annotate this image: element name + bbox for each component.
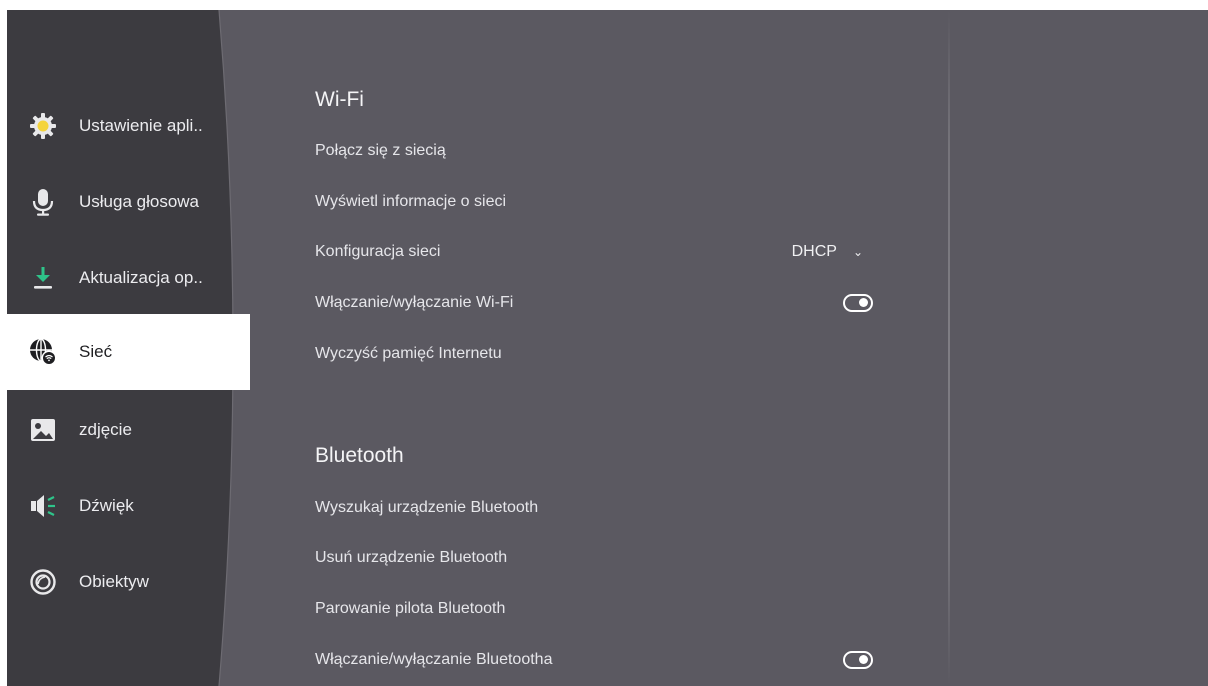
sidebar-item-sound[interactable]: Dźwięk: [7, 468, 250, 544]
row-label: Parowanie pilota Bluetooth: [315, 600, 506, 617]
toggle-knob: [859, 298, 868, 307]
row-label: Włączanie/wyłączanie Wi-Fi: [315, 294, 514, 311]
microphone-icon: [29, 188, 57, 216]
wifi-toggle-item[interactable]: Włączanie/wyłączanie Wi-Fi: [315, 283, 875, 323]
sidebar-item-label: Usługa głosowa: [79, 192, 200, 211]
wifi-section-title: Wi-Fi: [315, 88, 364, 111]
network-config-item[interactable]: Konfiguracja sieci DHCP ⌄: [315, 232, 875, 272]
sidebar-item-network[interactable]: Sieć: [7, 314, 250, 390]
network-config-value: DHCP: [791, 243, 837, 260]
sidebar-item-label: zdjęcie: [79, 420, 132, 439]
sidebar-item-picture[interactable]: zdjęcie: [7, 392, 250, 468]
bluetooth-toggle-item[interactable]: Włączanie/wyłączanie Bluetootha: [315, 640, 875, 680]
wifi-toggle-switch[interactable]: [843, 294, 873, 312]
sidebar-item-app-settings[interactable]: Ustawienie apli..: [7, 88, 250, 164]
bluetooth-toggle-switch[interactable]: [843, 651, 873, 669]
sidebar-item-label: Aktualizacja op..: [79, 268, 203, 287]
sidebar-item-label: Ustawienie apli..: [79, 116, 203, 135]
sidebar-item-label: Sieć: [79, 342, 113, 361]
right-panel-divider: [948, 10, 950, 686]
network-info-item[interactable]: Wyświetl informacje o sieci: [315, 182, 875, 222]
row-label: Wyświetl informacje o sieci: [315, 193, 507, 210]
row-label: Wyszukaj urządzenie Bluetooth: [315, 499, 539, 516]
download-icon: [29, 264, 57, 292]
pair-bluetooth-remote-item[interactable]: Parowanie pilota Bluetooth: [315, 589, 875, 629]
toggle-knob: [859, 655, 868, 664]
sidebar-item-voice-service[interactable]: Usługa głosowa: [7, 164, 250, 240]
chevron-down-icon: ⌄: [852, 245, 863, 259]
row-label: Usuń urządzenie Bluetooth: [315, 549, 508, 566]
settings-screen: Ustawienie apli.. Usługa głosowa Aktuali…: [7, 10, 1208, 686]
connect-network-item[interactable]: Połącz się z siecią: [315, 131, 875, 171]
gear-icon: [29, 112, 57, 140]
row-label: Połącz się z siecią: [315, 142, 446, 159]
sidebar-item-lens[interactable]: Obiektyw: [7, 544, 250, 620]
search-bluetooth-item[interactable]: Wyszukaj urządzenie Bluetooth: [315, 488, 875, 528]
speaker-icon: [29, 492, 57, 520]
sidebar: Ustawienie apli.. Usługa głosowa Aktuali…: [7, 10, 252, 686]
globe-wifi-icon: [29, 338, 57, 366]
clear-internet-cache-item[interactable]: Wyczyść pamięć Internetu: [315, 334, 875, 374]
sidebar-item-label: Dźwięk: [79, 496, 134, 515]
bluetooth-section-title: Bluetooth: [315, 444, 404, 467]
sidebar-item-software-update[interactable]: Aktualizacja op..: [7, 240, 250, 316]
remove-bluetooth-item[interactable]: Usuń urządzenie Bluetooth: [315, 538, 875, 578]
image-icon: [29, 416, 57, 444]
network-config-dropdown[interactable]: DHCP ⌄: [792, 243, 863, 261]
lens-icon: [29, 568, 57, 596]
sidebar-item-label: Obiektyw: [79, 572, 149, 591]
row-label: Konfiguracja sieci: [315, 243, 441, 260]
row-label: Wyczyść pamięć Internetu: [315, 345, 502, 362]
row-label: Włączanie/wyłączanie Bluetootha: [315, 651, 553, 668]
